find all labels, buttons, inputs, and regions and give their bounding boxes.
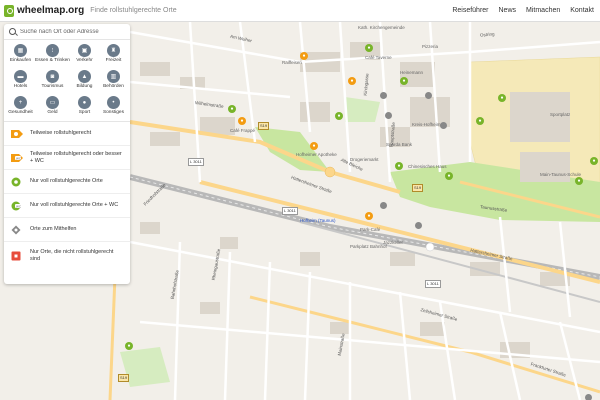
place-marker[interactable]	[415, 222, 422, 229]
road-shield: L 3011	[188, 158, 204, 166]
place-marker[interactable]: ●	[310, 142, 318, 150]
filter-partial[interactable]: Teilweise rollstuhlgerecht	[4, 122, 130, 146]
partial-accessible-wc-icon: WC	[10, 153, 24, 163]
svg-text:WC: WC	[16, 156, 22, 160]
category-bildung[interactable]: ▲ Bildung	[70, 68, 99, 93]
category-verkehr[interactable]: ▣ Verkehr	[70, 42, 99, 67]
poi-label: Kath. Kirchengemeinde	[358, 25, 405, 30]
poi-label: Heinemann	[400, 70, 424, 75]
place-marker[interactable]: ●	[365, 44, 373, 52]
category-sonstiges[interactable]: • Sonstiges	[99, 94, 128, 119]
nav-link-kontakt[interactable]: Kontakt	[570, 7, 594, 14]
poi-label: Sportplatz	[550, 112, 571, 117]
place-marker[interactable]: ●	[125, 342, 133, 350]
leisure-icon: ♜	[106, 44, 120, 57]
place-marker[interactable]: ●	[300, 52, 308, 60]
place-marker[interactable]: ●	[365, 212, 373, 220]
full-accessible-icon	[10, 177, 24, 187]
poi-label: Chinesisches Haus	[408, 164, 447, 169]
logo-text: wheelmap.org	[17, 5, 85, 16]
category-einkaufen[interactable]: ▦ Einkaufen	[6, 42, 35, 67]
logo[interactable]: wheelmap.org	[4, 4, 85, 17]
bed-icon: ▬	[14, 70, 27, 83]
building-icon: ▥	[106, 70, 120, 83]
poi-label: Kreis-Hofheim	[412, 122, 441, 127]
place-marker[interactable]	[380, 92, 387, 99]
nav-link-mitmachen[interactable]: Mitmachen	[526, 7, 560, 14]
place-marker[interactable]	[585, 394, 592, 400]
place-marker[interactable]: ●	[575, 177, 583, 185]
poi-label: Café Frappé	[230, 128, 256, 133]
svg-text:WC: WC	[16, 204, 22, 208]
place-marker[interactable]: ●	[400, 77, 408, 85]
bus-icon: ▣	[77, 44, 91, 57]
place-marker[interactable]: ●	[476, 117, 484, 125]
partial-accessible-icon	[10, 129, 24, 139]
road-shield: S19	[258, 122, 270, 130]
poi-label: Café Taverne	[365, 55, 392, 60]
poi-label: Parkplatz Bahnhof	[350, 244, 387, 249]
place-marker[interactable]: ●	[238, 117, 246, 125]
poi-label: Sparda Bank	[386, 142, 413, 147]
filter-not-accessible[interactable]: Nur Orte, die nicht rollstuhlgerecht sin…	[4, 242, 130, 270]
header-bar: wheelmap.org Finde rollstuhlgerechte Ort…	[0, 0, 600, 22]
place-marker[interactable]: ●	[445, 172, 453, 180]
category-essen-trinken[interactable]: ⁝ Essen & Trinken	[35, 42, 70, 67]
place-marker[interactable]: ●	[228, 105, 236, 113]
place-marker[interactable]	[385, 112, 392, 119]
category-geld[interactable]: ▭ Geld	[35, 94, 70, 119]
category-hotels[interactable]: ▬ Hotels	[6, 68, 35, 93]
poi-label: Main-Taunus-Schule	[540, 172, 582, 177]
road-shield: S19	[118, 374, 130, 382]
tagline: Finde rollstuhlgerechte Orte	[90, 7, 177, 14]
poi-label: Pizzeria	[422, 44, 439, 49]
search-bar	[4, 24, 130, 40]
wheelmap-logo-icon	[4, 4, 14, 17]
road-shield: S19	[412, 184, 424, 192]
place-marker[interactable]	[425, 92, 432, 99]
accessibility-filters: Teilweise rollstuhlgerecht WC Teilweise …	[4, 121, 130, 270]
category-behoerden[interactable]: ▥ Behörden	[99, 68, 128, 93]
health-cross-icon: +	[14, 96, 27, 109]
shopping-cart-icon: ▦	[14, 44, 27, 57]
help-marker-icon	[10, 225, 24, 235]
search-input[interactable]	[20, 28, 120, 35]
category-sport[interactable]: ● Sport	[70, 94, 99, 119]
poi-label: Raiffeisen	[282, 60, 302, 65]
main-nav: Reiseführer News Mitmachen Kontakt	[452, 7, 594, 14]
poi-label: Park-Café	[360, 227, 381, 232]
category-gesundheit[interactable]: + Gesundheit	[6, 94, 35, 119]
poi-label: Drogeriemarkt	[350, 157, 379, 162]
place-marker[interactable]: ●	[395, 162, 403, 170]
more-icon: •	[106, 96, 120, 109]
place-marker[interactable]: ●	[590, 157, 598, 165]
place-marker[interactable]: ●	[498, 94, 506, 102]
filter-help[interactable]: Orte zum Mithelfen	[4, 218, 130, 242]
full-accessible-wc-icon: WC	[10, 201, 24, 211]
sport-icon: ●	[77, 96, 91, 109]
filter-full[interactable]: Nur voll rollstuhlgerechte Orte	[4, 170, 130, 194]
utensils-icon: ⁝	[45, 44, 59, 57]
camera-icon: ◙	[45, 70, 59, 83]
not-accessible-icon	[10, 251, 24, 261]
place-marker[interactable]	[380, 202, 387, 209]
place-marker[interactable]: ●	[348, 77, 356, 85]
road-shield: L 3011	[282, 207, 298, 215]
poi-label: Hofheimer Apotheke	[296, 152, 337, 157]
search-icon	[9, 28, 16, 35]
filter-full-wc[interactable]: WC Nur voll rollstuhlgerechte Orte + WC	[4, 194, 130, 218]
nav-link-news[interactable]: News	[499, 7, 517, 14]
search-filter-panel: ▦Einkaufen ⁝Essen & Trinken ▣Verkehr ♜Fr…	[4, 24, 130, 284]
place-marker[interactable]	[440, 122, 447, 129]
category-freizeit[interactable]: ♜ Freizeit	[99, 42, 128, 67]
filter-partial-wc[interactable]: WC Teilweise rollstuhlgerecht oder besse…	[4, 146, 130, 170]
category-grid: ▦ Einkaufen ⁝ Essen & Trinken ▣ Verkehr ♜ Fr…	[4, 40, 130, 119]
nav-link-reisefuehrer[interactable]: Reiseführer	[452, 7, 488, 14]
station-label: Hofheim (Taunus)	[300, 218, 336, 223]
road-shield: L 3011	[425, 280, 441, 288]
money-icon: ▭	[45, 96, 59, 109]
school-icon: ▲	[77, 70, 91, 83]
place-marker[interactable]: ●	[335, 112, 343, 120]
category-tourismus[interactable]: ◙ Tourismus	[35, 68, 70, 93]
